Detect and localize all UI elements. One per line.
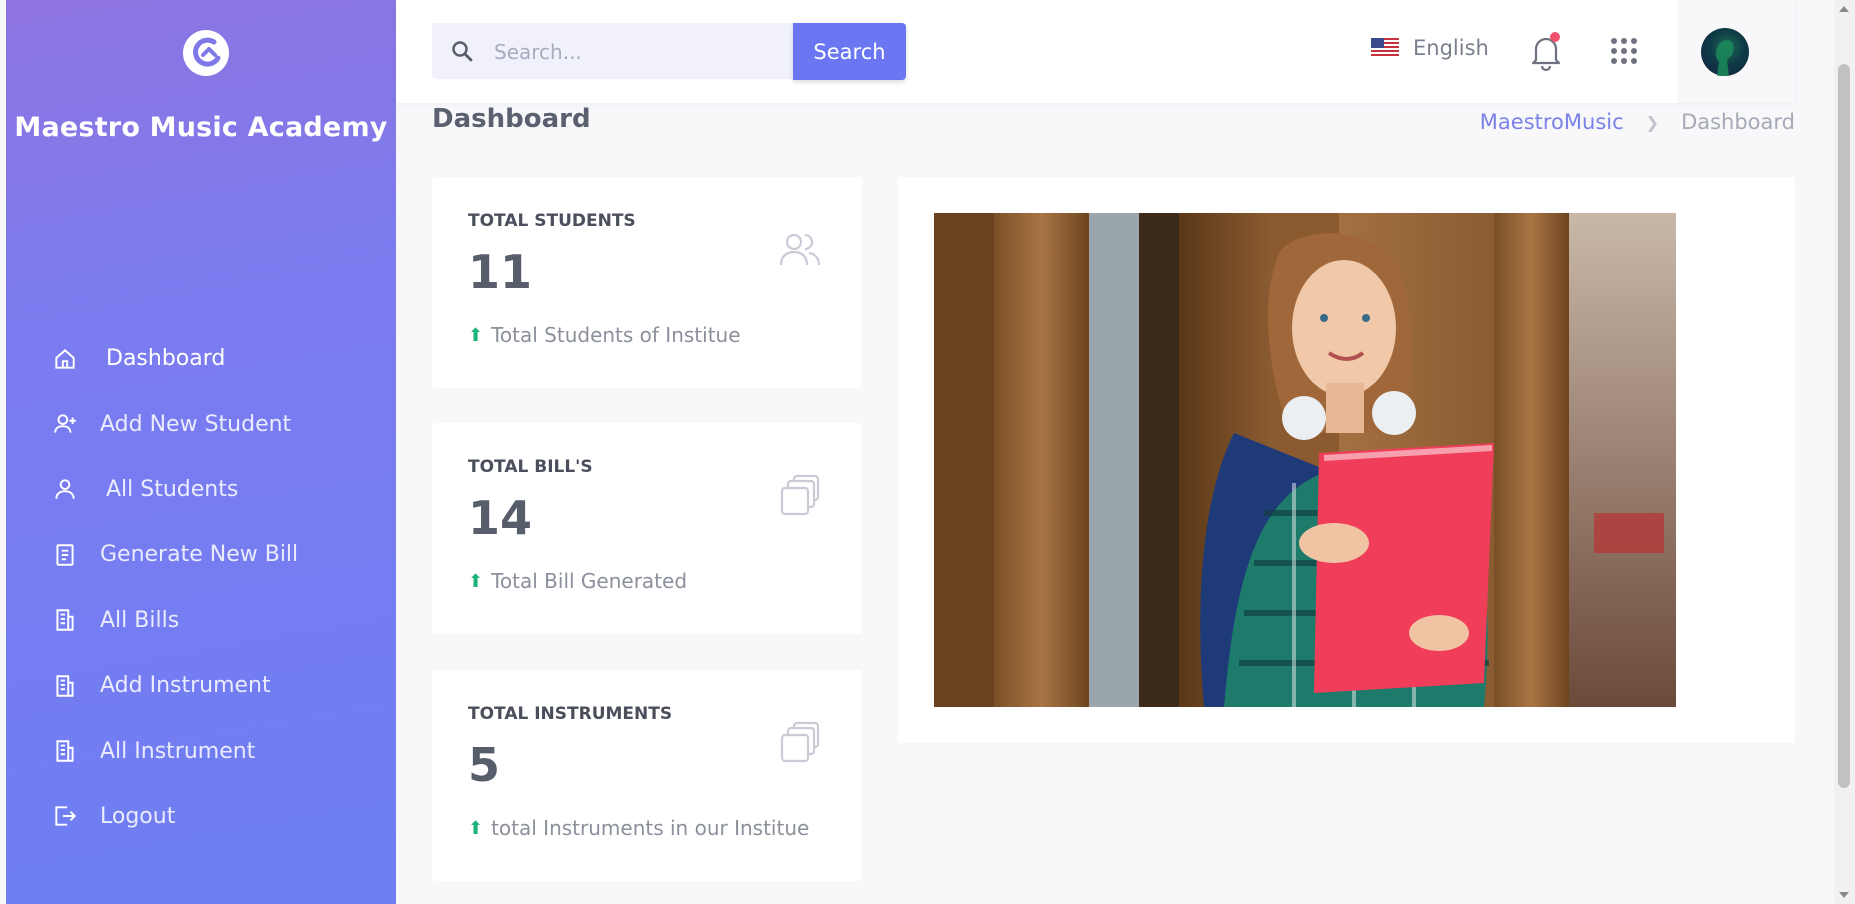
logout-icon	[50, 801, 80, 831]
stack-icon	[780, 474, 820, 516]
breadcrumb-link-home[interactable]: MaestroMusic	[1480, 110, 1624, 134]
search-box	[432, 23, 794, 81]
stat-card-total-students: TOTAL STUDENTS 11 ⬆ Total Students of In…	[432, 177, 862, 388]
user-icon	[50, 474, 80, 504]
sidebar-item-label: Add Instrument	[100, 673, 271, 699]
sidebar-item-generate-new-bill[interactable]: Generate New Bill	[6, 522, 396, 587]
page-title: Dashboard	[432, 104, 591, 134]
arrow-up-icon: ⬆	[468, 570, 484, 592]
sidebar-item-label: Generate New Bill	[100, 542, 299, 568]
search-icon	[452, 41, 473, 62]
breadcrumb: MaestroMusic ❯ Dashboard	[1480, 110, 1795, 134]
sidebar-item-add-new-student[interactable]: Add New Student	[6, 391, 396, 456]
users-icon	[779, 233, 821, 266]
bills-icon	[50, 605, 80, 635]
bills-icon	[50, 736, 80, 766]
chevron-right-icon: ❯	[1645, 112, 1660, 132]
arrow-up-icon: ⬆	[468, 324, 484, 346]
apps-grid-icon[interactable]	[1609, 36, 1639, 66]
stat-label: TOTAL STUDENTS	[468, 211, 636, 231]
stat-description: ⬆ Total Students of Institue	[468, 323, 741, 347]
brand-logo-icon	[183, 30, 229, 76]
stat-value: 11	[468, 245, 533, 299]
stat-value: 5	[468, 738, 501, 792]
avatar[interactable]	[1701, 28, 1749, 76]
sidebar-item-add-instrument[interactable]: Add Instrument	[6, 653, 396, 718]
sidebar-item-all-instrument[interactable]: All Instrument	[6, 718, 396, 783]
stat-description-text: Total Students of Institue	[491, 323, 741, 347]
sidebar-item-logout[interactable]: Logout	[6, 784, 396, 849]
top-header: Search English	[396, 0, 1795, 103]
sidebar-item-label: All Students	[106, 476, 239, 502]
document-icon	[50, 540, 80, 570]
sidebar-item-dashboard[interactable]: Dashboard	[6, 326, 396, 391]
stat-label: TOTAL INSTRUMENTS	[468, 704, 673, 724]
stat-label: TOTAL BILL'S	[468, 457, 593, 477]
stat-card-total-bills: TOTAL BILL'S 14 ⬆ Total Bill Generated	[432, 423, 862, 634]
sidebar-item-all-students[interactable]: All Students	[6, 457, 396, 522]
sidebar-item-all-bills[interactable]: All Bills	[6, 588, 396, 653]
scroll-up-arrow-icon[interactable]	[1839, 6, 1849, 12]
user-menu[interactable]	[1677, 0, 1795, 103]
student-photo	[934, 213, 1676, 707]
arrow-up-icon: ⬆	[468, 817, 484, 839]
stat-description-text: Total Bill Generated	[491, 569, 688, 593]
bills-icon	[50, 671, 80, 701]
language-label: English	[1413, 36, 1489, 60]
stat-description-text: total Instruments in our Institue	[491, 816, 810, 840]
stack-icon	[780, 721, 820, 763]
search-input[interactable]	[492, 23, 786, 81]
stat-description: ⬆ total Instruments in our Institue	[468, 816, 809, 840]
page-scrollbar[interactable]	[1834, 0, 1855, 904]
sidebar-item-label: All Instrument	[100, 738, 256, 764]
user-plus-icon	[50, 409, 80, 439]
search-button[interactable]: Search	[793, 23, 906, 80]
us-flag-icon	[1371, 38, 1399, 58]
scrollbar-thumb[interactable]	[1838, 64, 1850, 788]
home-icon	[50, 344, 80, 374]
hero-image-card	[898, 177, 1795, 743]
sidebar-nav: Dashboard Add New Student All Students G…	[6, 326, 396, 849]
sidebar: Maestro Music Academy Dashboard Add New …	[6, 0, 396, 904]
sidebar-item-label: All Bills	[100, 607, 180, 633]
language-selector[interactable]: English	[1371, 36, 1489, 60]
brand-name: Maestro Music Academy	[14, 112, 388, 143]
sidebar-item-label: Add New Student	[100, 411, 292, 437]
stat-value: 14	[468, 491, 533, 545]
breadcrumb-current: Dashboard	[1681, 110, 1795, 134]
sidebar-item-label: Logout	[100, 803, 176, 829]
stat-description: ⬆ Total Bill Generated	[468, 569, 687, 593]
scroll-down-arrow-icon[interactable]	[1839, 892, 1849, 898]
stat-card-total-instruments: TOTAL INSTRUMENTS 5 ⬆ total Instruments …	[432, 670, 862, 881]
sidebar-item-label: Dashboard	[106, 346, 226, 372]
notification-bell-icon[interactable]	[1526, 30, 1566, 72]
